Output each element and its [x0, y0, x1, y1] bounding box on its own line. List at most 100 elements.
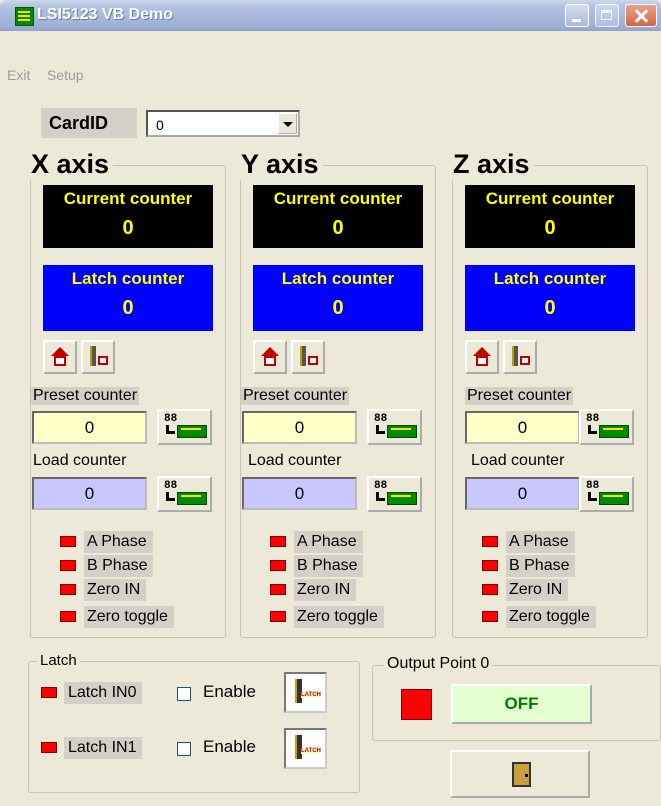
axis-panel-z: Z axis Current counter 0 Latch counter 0…	[449, 148, 648, 638]
led-icon	[41, 742, 57, 753]
home-switch-button[interactable]	[503, 340, 537, 374]
latch-in0-label: Latch IN0	[64, 682, 143, 704]
card-icon	[177, 492, 207, 505]
arrow-icon	[166, 492, 175, 501]
signal-label: Zero toggle	[506, 606, 596, 628]
cardid-label: CardID	[41, 108, 137, 138]
latch-in1-enable-checkbox[interactable]	[177, 742, 191, 756]
latch-counter-display: Latch counter 0	[43, 265, 213, 331]
latch-group-title: Latch	[37, 652, 80, 669]
preset-counter-input[interactable]: 0	[465, 411, 580, 444]
led-icon	[482, 536, 498, 547]
door-icon	[512, 762, 531, 787]
led-icon	[270, 584, 286, 595]
output-point-group: Output Point 0 OFF	[372, 655, 661, 741]
axis-title: Y axis	[237, 148, 323, 180]
led-icon	[60, 560, 76, 571]
load-counter-button[interactable]: 88	[579, 476, 634, 512]
signal-label: B Phase	[294, 555, 364, 577]
preset-load-button[interactable]: 88	[367, 409, 422, 445]
preset-load-button[interactable]: 88	[157, 409, 212, 445]
home-button[interactable]	[43, 340, 77, 374]
home-switch-button[interactable]	[81, 340, 115, 374]
preset-counter-input[interactable]: 0	[242, 411, 357, 444]
title-bar: LSI5123 VB Demo	[0, 0, 661, 31]
minimize-button[interactable]	[565, 4, 589, 27]
exit-button[interactable]	[450, 750, 590, 798]
current-counter-label: Current counter	[63, 189, 193, 208]
latch-in1-enable-label[interactable]: Enable	[203, 737, 256, 757]
cardid-dropdown[interactable]: 0	[146, 110, 300, 137]
home-switch-icon	[90, 346, 112, 368]
led-icon	[482, 584, 498, 595]
led-icon	[60, 611, 76, 622]
led-icon	[41, 687, 57, 698]
signal-label: B Phase	[84, 555, 154, 577]
latch-in0-button[interactable]	[284, 672, 327, 713]
maximize-button[interactable]	[595, 4, 619, 27]
preset-load-button[interactable]: 88	[579, 409, 634, 445]
number-icon: 88	[164, 413, 178, 425]
current-counter-value: 0	[544, 217, 556, 239]
preset-counter-input[interactable]: 0	[32, 411, 147, 444]
current-counter-label: Current counter	[485, 189, 615, 208]
number-icon: 88	[374, 480, 388, 492]
home-icon	[51, 347, 69, 366]
card-icon	[387, 425, 417, 438]
arrow-icon	[376, 425, 385, 434]
home-switch-button[interactable]	[291, 340, 325, 374]
arrow-icon	[588, 425, 597, 434]
signal-label: Zero IN	[294, 579, 357, 601]
menu-exit[interactable]: Exit	[7, 67, 30, 83]
latch-counter-label: Latch counter	[281, 269, 395, 288]
latch-counter-display: Latch counter 0	[253, 265, 423, 331]
card-icon	[599, 492, 629, 505]
signal-label: A Phase	[506, 531, 575, 553]
load-counter-button[interactable]: 88	[157, 476, 212, 512]
latch-counter-display: Latch counter 0	[465, 265, 635, 331]
current-counter-display: Current counter 0	[43, 185, 213, 248]
signal-label: Zero IN	[84, 579, 147, 601]
led-icon	[270, 560, 286, 571]
window-title: LSI5123 VB Demo	[37, 6, 174, 23]
number-icon: 88	[374, 413, 388, 425]
number-icon: 88	[586, 413, 600, 425]
load-counter-label: Load counter	[246, 452, 344, 470]
load-counter-input[interactable]: 0	[32, 477, 147, 510]
latch-in0-enable-checkbox[interactable]	[177, 687, 191, 701]
led-icon	[270, 611, 286, 622]
output-toggle-button[interactable]: OFF	[451, 684, 592, 724]
axis-panel-y: Y axis Current counter 0 Latch counter 0…	[237, 148, 436, 638]
load-counter-input[interactable]: 0	[242, 477, 357, 510]
close-button[interactable]	[625, 4, 657, 27]
current-counter-label: Current counter	[273, 189, 403, 208]
led-icon	[482, 611, 498, 622]
app-icon	[15, 7, 34, 26]
dropdown-arrow-icon[interactable]	[278, 113, 297, 134]
signal-label: B Phase	[506, 555, 576, 577]
led-icon	[482, 560, 498, 571]
home-switch-icon	[512, 346, 534, 368]
axis-title: Z axis	[449, 148, 534, 180]
latch-counter-label: Latch counter	[71, 269, 185, 288]
axis-panel-x: X axis Current counter 0 Latch counter 0…	[27, 148, 226, 638]
latch-in0-enable-label[interactable]: Enable	[203, 682, 256, 702]
home-icon	[261, 347, 279, 366]
latch-group: Latch Latch IN0 Enable Latch IN1 Enable	[28, 652, 360, 793]
current-counter-value: 0	[122, 217, 134, 239]
home-button[interactable]	[465, 340, 499, 374]
load-counter-label: Load counter	[469, 452, 567, 470]
latch-counter-value: 0	[122, 297, 134, 319]
load-counter-button[interactable]: 88	[367, 476, 422, 512]
signal-label: A Phase	[294, 531, 363, 553]
cardid-value: 0	[156, 117, 164, 133]
latch-counter-label: Latch counter	[493, 269, 607, 288]
home-icon	[473, 347, 491, 366]
load-counter-input[interactable]: 0	[465, 477, 580, 510]
preset-counter-label: Preset counter	[465, 387, 574, 405]
menu-setup[interactable]: Setup	[47, 67, 84, 83]
home-button[interactable]	[253, 340, 287, 374]
output-led-icon	[401, 689, 432, 720]
latch-in1-button[interactable]	[284, 728, 327, 769]
output-group-title: Output Point 0	[384, 655, 493, 673]
